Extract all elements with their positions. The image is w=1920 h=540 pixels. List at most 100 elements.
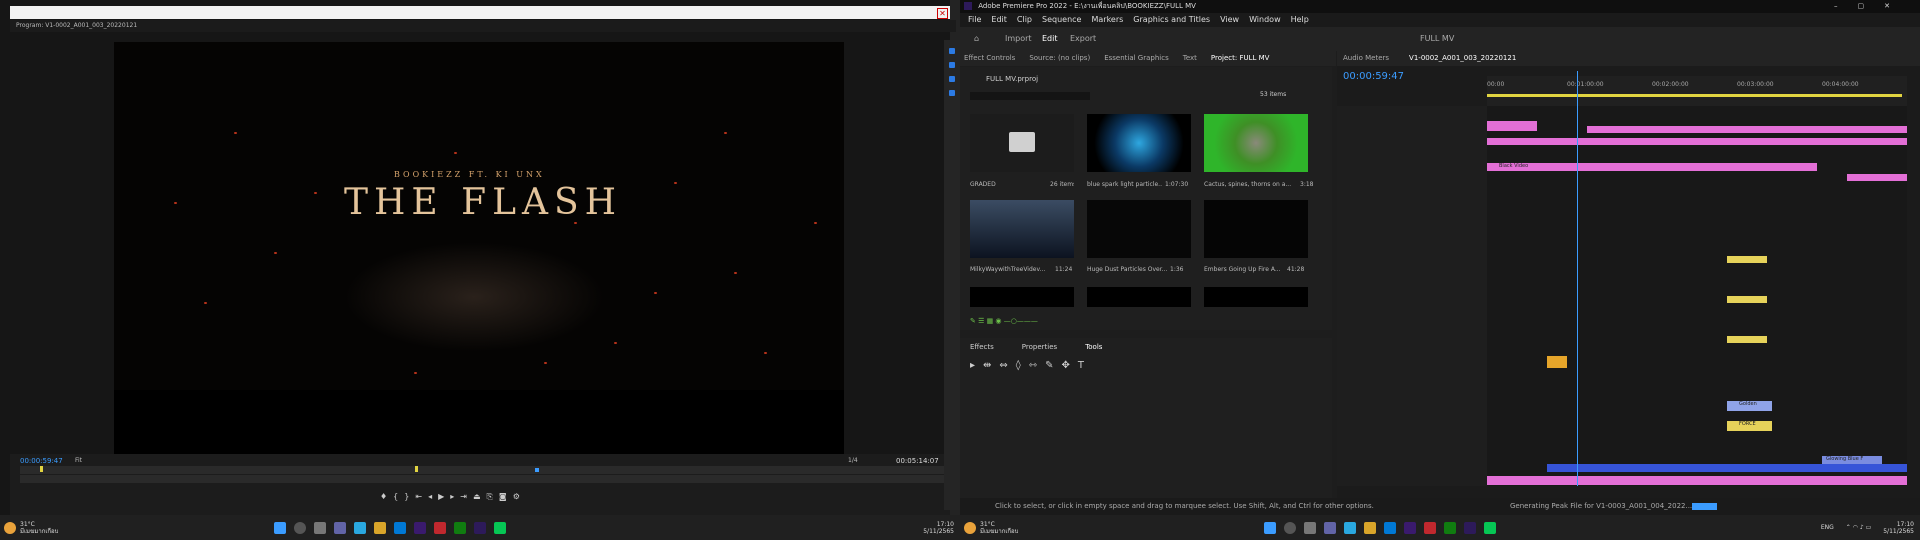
timeline-clip[interactable] — [1487, 138, 1907, 145]
line-icon[interactable] — [494, 521, 506, 534]
clip-thumbnail[interactable] — [1087, 287, 1191, 307]
tool-icon[interactable] — [949, 90, 955, 96]
premiere-icon[interactable] — [474, 521, 486, 534]
after-effects-icon[interactable] — [414, 521, 426, 534]
menu-view[interactable]: View — [1220, 13, 1239, 27]
timeline-tracks[interactable]: Black Video Golden FORCE Glowing Blue F — [1487, 106, 1907, 486]
xbox-icon[interactable] — [454, 521, 466, 534]
edge-icon[interactable] — [1344, 521, 1356, 534]
tools-row[interactable]: ▸⇹⇔◊⇿✎✥T — [970, 360, 1092, 371]
marker-icon[interactable]: ♦ — [380, 492, 387, 506]
go-to-in-icon[interactable]: ⇤ — [415, 492, 422, 506]
app-icon[interactable] — [1424, 521, 1436, 534]
timeline-clip[interactable] — [1547, 356, 1567, 368]
windows-start-icon[interactable] — [274, 521, 286, 534]
weather-icon[interactable] — [964, 521, 976, 534]
zoom-scrollbar[interactable] — [20, 475, 945, 483]
menu-sequence[interactable]: Sequence — [1042, 13, 1081, 27]
timeline-clip[interactable] — [1547, 464, 1907, 472]
extract-icon[interactable]: ⎘ — [487, 492, 493, 506]
menu-window[interactable]: Window — [1249, 13, 1281, 27]
clip-thumbnail[interactable] — [970, 200, 1074, 258]
task-view-icon[interactable] — [1304, 521, 1316, 534]
mark-in-icon[interactable]: { — [393, 492, 398, 506]
clip-thumbnail[interactable] — [1087, 114, 1191, 172]
xbox-icon[interactable] — [1444, 521, 1456, 534]
edge-icon[interactable] — [354, 521, 366, 534]
golden-clip[interactable]: Golden — [1727, 401, 1772, 411]
window-controls[interactable]: –▢✕ — [1834, 0, 1910, 13]
force-clip[interactable]: FORCE — [1727, 421, 1772, 431]
tool-icon[interactable] — [949, 48, 955, 54]
play-icon[interactable]: ▶ — [438, 492, 444, 506]
menu-graphics[interactable]: Graphics and Titles — [1133, 13, 1210, 27]
tab-properties[interactable]: Properties — [1022, 343, 1057, 351]
timeline-clip[interactable] — [1487, 121, 1537, 131]
search-icon[interactable] — [294, 521, 306, 534]
timeline-clip[interactable] — [1587, 126, 1907, 133]
tab-essential-graphics[interactable]: Essential Graphics — [1104, 51, 1169, 66]
windows-start-icon[interactable] — [1264, 521, 1276, 534]
teams-icon[interactable] — [1324, 521, 1336, 534]
weather-icon[interactable] — [4, 521, 16, 534]
playhead-timecode[interactable]: 00:00:59:47 — [20, 457, 63, 465]
app-icon[interactable] — [434, 521, 446, 534]
tray-icons[interactable]: ⌃ ◠ ♪ ▭ — [1846, 524, 1871, 531]
clip-thumbnail[interactable] — [1204, 114, 1308, 172]
line-icon[interactable] — [1484, 521, 1496, 534]
tab-text[interactable]: Text — [1183, 51, 1197, 66]
audio-clip[interactable] — [1487, 476, 1907, 485]
time-ruler[interactable] — [20, 466, 945, 474]
tab-import[interactable]: Import — [1005, 34, 1032, 43]
file-explorer-icon[interactable] — [1364, 521, 1376, 534]
window-titlebar[interactable]: ✕ — [10, 6, 950, 19]
camera-icon[interactable]: ◙ — [499, 492, 507, 506]
close-icon[interactable]: ✕ — [937, 8, 948, 19]
tab-project[interactable]: Project: FULL MV — [1211, 51, 1270, 66]
black-video-clip[interactable]: Black Video — [1487, 163, 1817, 171]
tab-audio-meters[interactable]: Audio Meters — [1343, 51, 1389, 66]
task-view-icon[interactable] — [314, 521, 326, 534]
clip-thumbnail[interactable] — [1087, 200, 1191, 258]
timeline-clip[interactable] — [1847, 174, 1907, 181]
tab-export[interactable]: Export — [1070, 34, 1096, 43]
tool-icon[interactable] — [949, 62, 955, 68]
step-forward-icon[interactable]: ▸ — [450, 492, 454, 506]
tab-sequence[interactable]: V1-0002_A001_003_20220121 — [1409, 51, 1516, 66]
lift-icon[interactable]: ⏏ — [473, 492, 481, 506]
mail-icon[interactable] — [394, 521, 406, 534]
cinematic-clip[interactable]: Glowing Blue F — [1822, 456, 1882, 464]
timeline-timecode[interactable]: 00:00:59:47 — [1343, 71, 1404, 82]
timeline-clip[interactable] — [1727, 256, 1767, 263]
zoom-select[interactable]: Fit — [75, 457, 82, 464]
menu-clip[interactable]: Clip — [1017, 13, 1032, 27]
tab-source[interactable]: Source: (no clips) — [1029, 51, 1090, 66]
tool-icon[interactable] — [949, 76, 955, 82]
work-area-bar[interactable] — [1487, 94, 1902, 97]
menu-edit[interactable]: Edit — [991, 13, 1007, 27]
settings-icon[interactable]: ⚙ — [513, 492, 520, 506]
menu-help[interactable]: Help — [1291, 13, 1309, 27]
app-titlebar[interactable]: Adobe Premiere Pro 2022 - E:\งานเพื่อนคล… — [960, 0, 1920, 13]
timeline-ruler[interactable]: 00:00 00:01:00:00 00:02:00:00 00:03:00:0… — [1487, 76, 1907, 106]
go-to-out-icon[interactable]: ⇥ — [460, 492, 467, 506]
clip-thumbnail[interactable] — [1204, 200, 1308, 258]
language-indicator[interactable]: ENG — [1821, 524, 1834, 531]
teams-icon[interactable] — [334, 521, 346, 534]
clip-thumbnail[interactable] — [970, 287, 1074, 307]
playhead[interactable] — [1577, 71, 1578, 486]
tab-effects[interactable]: Effects — [970, 343, 994, 351]
menu-file[interactable]: File — [968, 13, 981, 27]
after-effects-icon[interactable] — [1404, 521, 1416, 534]
search-icon[interactable] — [1284, 521, 1296, 534]
mail-icon[interactable] — [1384, 521, 1396, 534]
tab-tools[interactable]: Tools — [1085, 343, 1102, 351]
timeline-clip[interactable] — [1727, 296, 1767, 303]
menu-markers[interactable]: Markers — [1091, 13, 1123, 27]
project-toolbar[interactable]: ✎ ☰ ▦ ◉ —○——— — [970, 317, 1320, 327]
timeline-clip[interactable] — [1727, 336, 1767, 343]
resolution-select[interactable]: 1/4 — [848, 457, 858, 464]
search-input[interactable] — [970, 92, 1090, 100]
tab-edit[interactable]: Edit — [1042, 34, 1058, 43]
home-icon[interactable]: ⌂ — [974, 34, 979, 43]
